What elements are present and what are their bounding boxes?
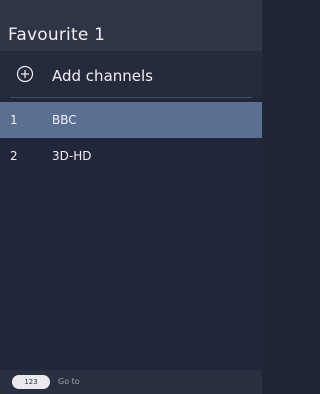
channel-list: 1 BBC 2 3D-HD xyxy=(0,102,262,174)
add-circle-icon xyxy=(16,65,34,83)
footer-hint-bar: 123 Go to xyxy=(0,370,262,394)
channel-row-bbc[interactable]: 1 BBC xyxy=(0,102,262,138)
channel-number: 2 xyxy=(10,149,18,163)
channel-name: BBC xyxy=(52,113,77,127)
panel-header: Favourite 1 xyxy=(0,0,262,51)
channel-number: 1 xyxy=(10,113,18,127)
channel-row-3d-hd[interactable]: 2 3D-HD xyxy=(0,138,262,174)
add-channels-label: Add channels xyxy=(52,67,153,85)
section-divider xyxy=(10,97,252,98)
number-keys-badge: 123 xyxy=(12,375,50,389)
add-channels-button[interactable]: Add channels xyxy=(0,51,262,97)
favourite-list-panel: Favourite 1 Add channels 1 BBC 2 3D-HD 1… xyxy=(0,0,262,394)
goto-hint: Go to xyxy=(58,377,80,386)
panel-title: Favourite 1 xyxy=(8,25,106,45)
channel-name: 3D-HD xyxy=(52,149,92,163)
